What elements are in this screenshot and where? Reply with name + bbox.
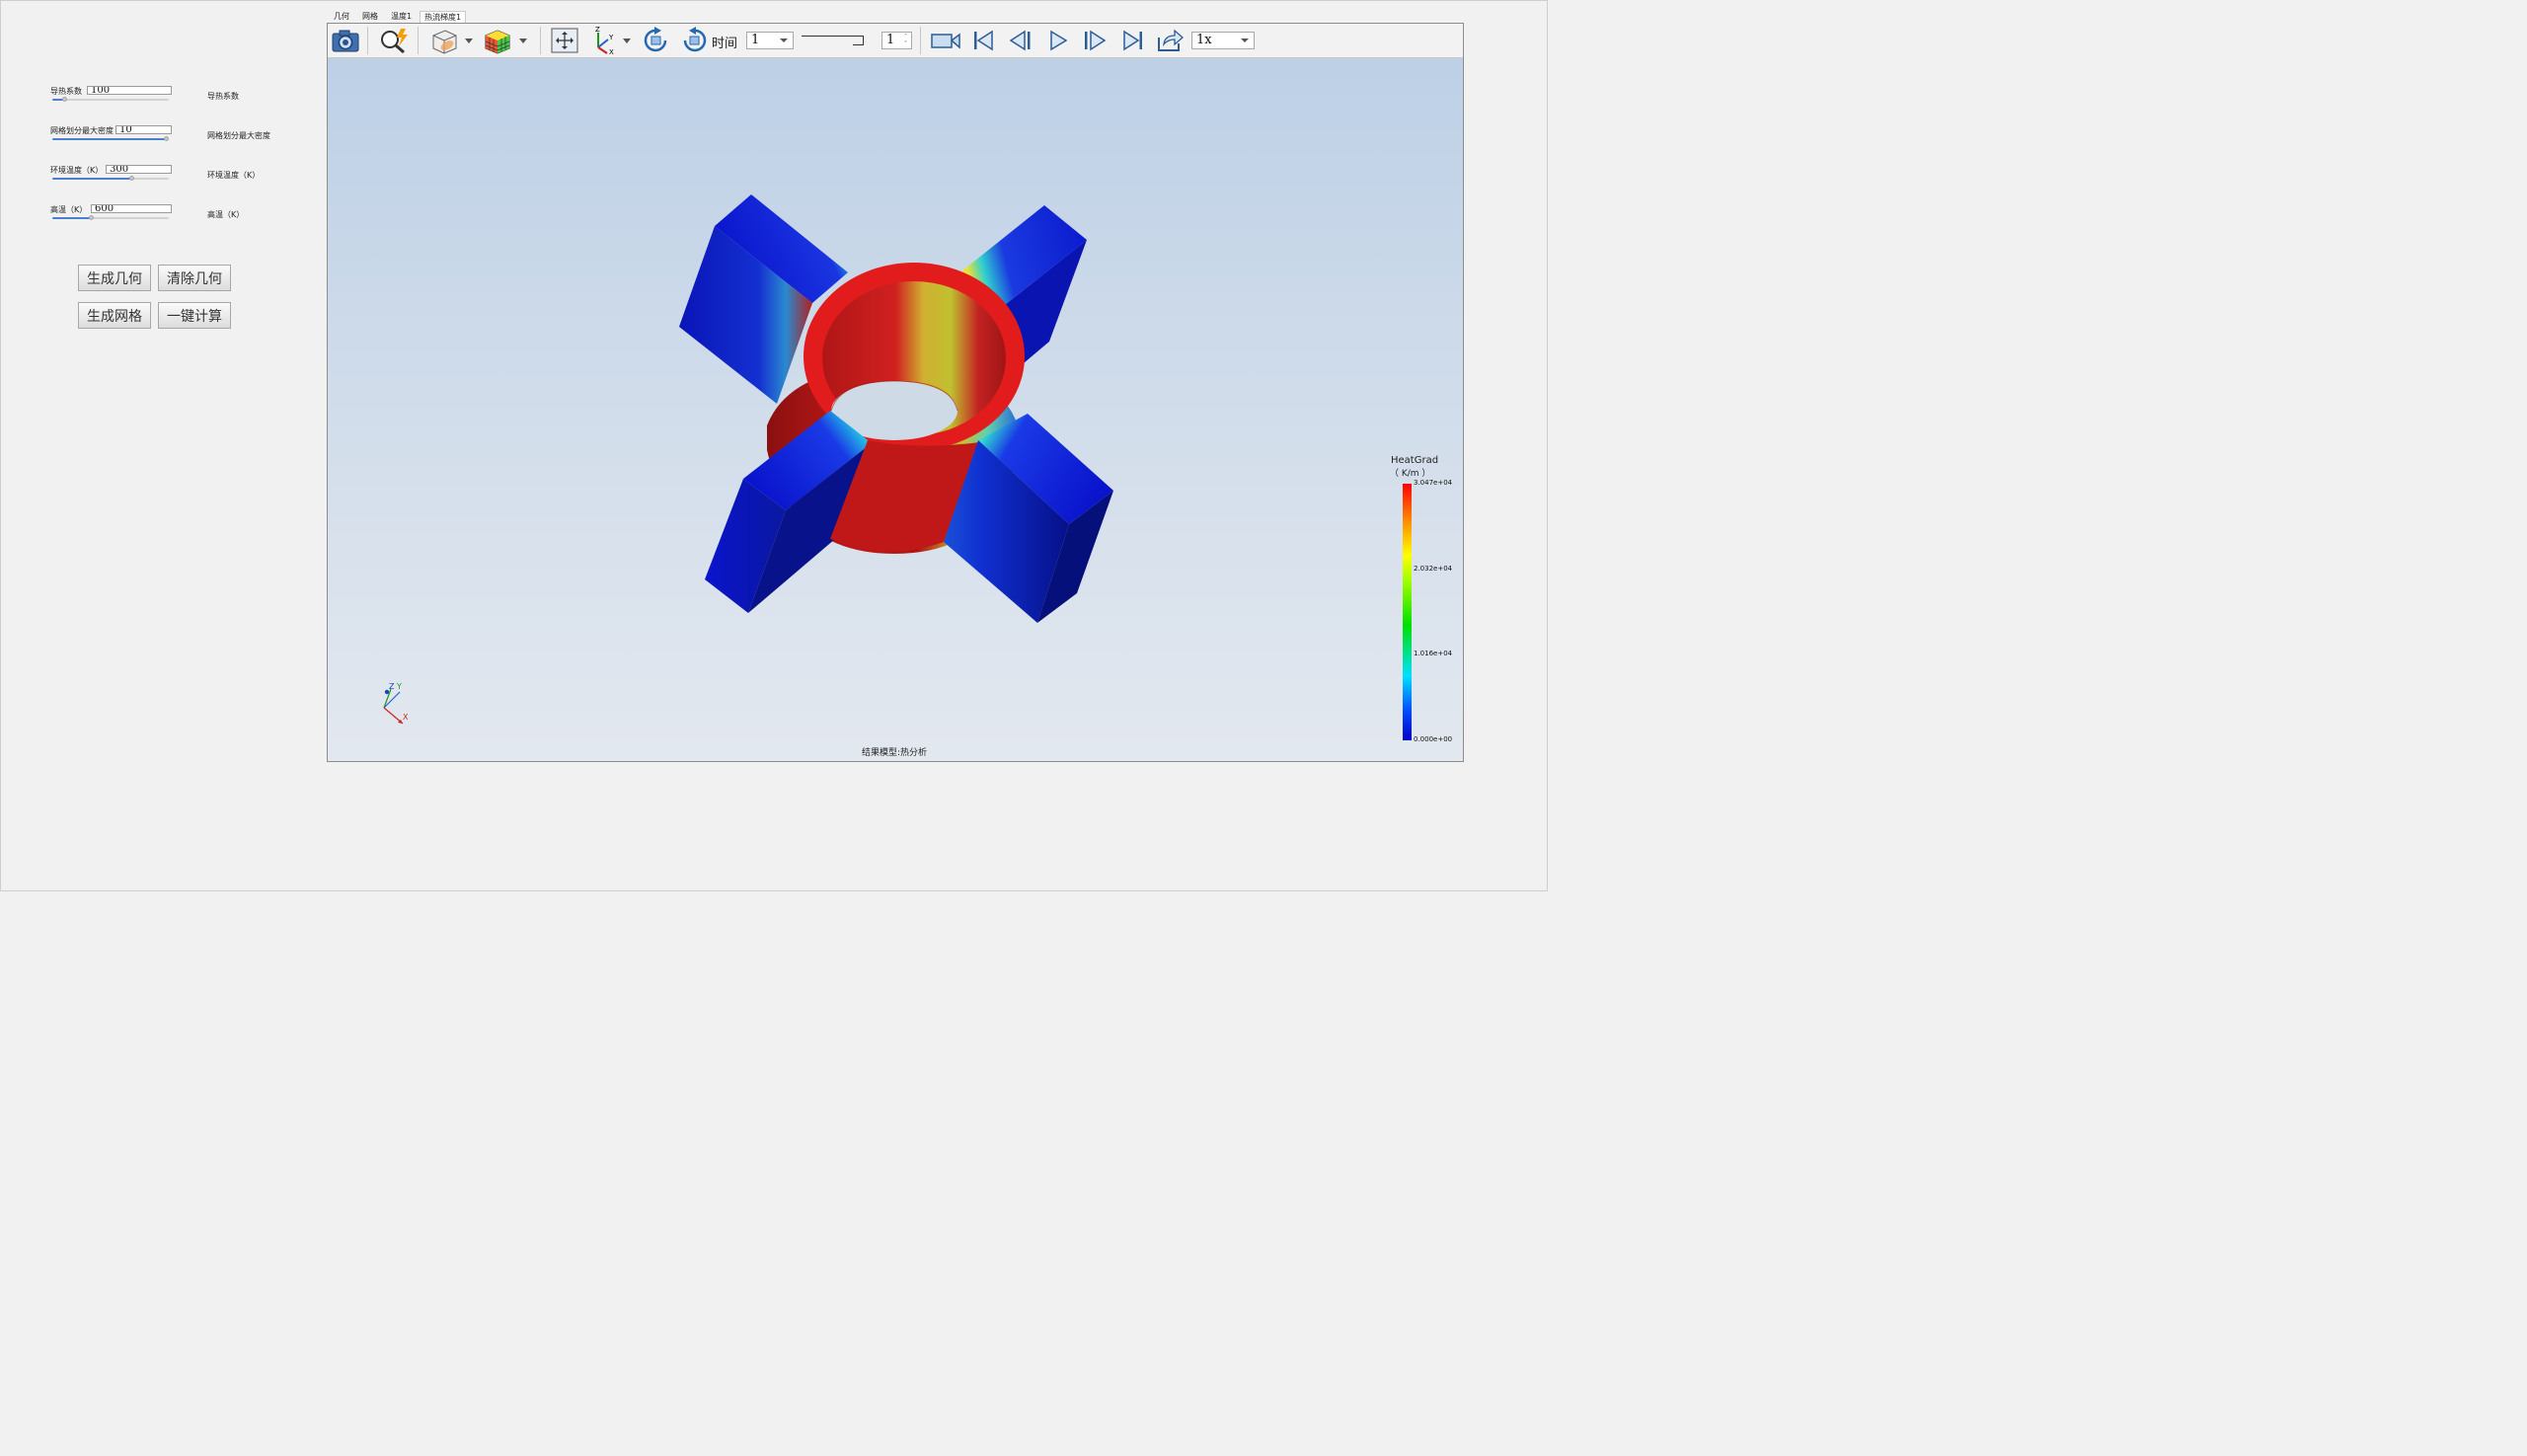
render-canvas[interactable]: Z Y X HeatGrad （ K/m ） 3.047e+04 2.032e+… xyxy=(328,58,1463,761)
colorbar-unit: （ K/m ） xyxy=(1390,469,1431,479)
skip-to-last-icon[interactable] xyxy=(1118,29,1146,52)
colorbar-tick-min: 0.000e+00 xyxy=(1414,735,1453,743)
colorbar-tick-high: 2.032e+04 xyxy=(1414,565,1453,573)
ambient-temp-echo: 环境温度（K） xyxy=(207,171,261,180)
display-mode-dropdown-icon[interactable] xyxy=(465,38,473,43)
result-model-caption: 结果模型:热分析 xyxy=(862,748,928,758)
generate-mesh-button[interactable]: 生成网格 xyxy=(78,302,151,329)
playback-speed-value: 1x xyxy=(1196,33,1212,47)
conductivity-slider-handle[interactable] xyxy=(62,97,67,102)
svg-text:X: X xyxy=(403,713,409,722)
clear-geometry-button[interactable]: 清除几何 xyxy=(158,265,231,291)
tab-mesh[interactable]: 网格 xyxy=(358,11,382,23)
play-icon[interactable] xyxy=(1044,29,1072,52)
time-select[interactable]: 1 xyxy=(746,32,794,49)
param-label-mesh-density: 网格划分最大密度 xyxy=(50,126,114,135)
viewer-toolbar: Z YX 时间 1 1 ˄ ˅ 1x xyxy=(328,24,1463,58)
screenshot-camera-icon[interactable] xyxy=(331,27,360,54)
colorbar-tick-max: 3.047e+04 xyxy=(1414,479,1453,487)
conductivity-input[interactable]: 100 xyxy=(87,86,172,95)
one-click-compute-button[interactable]: 一键计算 xyxy=(158,302,231,329)
axis-dropdown-icon[interactable] xyxy=(623,38,631,43)
step-backward-icon[interactable] xyxy=(1007,29,1034,52)
heat-gradient-model: Z Y X xyxy=(383,194,1412,740)
zoom-magnifier-icon[interactable] xyxy=(377,27,411,54)
colorbar-gradient xyxy=(1403,484,1412,740)
mesh-density-echo: 网格划分最大密度 xyxy=(207,131,270,140)
mesh-density-input[interactable]: 10 xyxy=(115,125,172,134)
fit-view-icon[interactable] xyxy=(550,27,579,54)
color-map-cube-icon[interactable] xyxy=(482,27,513,54)
display-mode-cube-icon[interactable] xyxy=(428,27,460,54)
svg-text:Z: Z xyxy=(595,26,600,34)
conductivity-slider[interactable] xyxy=(52,99,169,101)
time-slider[interactable] xyxy=(802,35,875,46)
high-temp-echo: 高温（K） xyxy=(207,210,245,219)
svg-text:Z: Z xyxy=(389,682,395,691)
param-label-conductivity: 导热系数 xyxy=(50,87,82,96)
svg-text:Y: Y xyxy=(608,34,614,41)
axis-triad-icon: Z Y X xyxy=(383,682,409,725)
skip-to-first-icon[interactable] xyxy=(970,29,998,52)
high-temp-slider[interactable] xyxy=(52,217,169,219)
colorbar-tick-low: 1.016e+04 xyxy=(1414,650,1453,657)
svg-text:Y: Y xyxy=(396,682,402,691)
generate-geometry-button[interactable]: 生成几何 xyxy=(78,265,151,291)
mesh-density-slider[interactable] xyxy=(52,138,169,140)
rotate-counterclockwise-icon[interactable] xyxy=(679,27,709,54)
high-temp-slider-handle[interactable] xyxy=(89,215,94,220)
chevron-down-icon xyxy=(1241,38,1249,42)
ambient-temp-input[interactable]: 300 xyxy=(106,165,172,174)
time-select-value: 1 xyxy=(751,33,760,47)
axis-orientation-icon[interactable]: Z YX xyxy=(589,26,619,55)
ambient-temp-slider[interactable] xyxy=(52,178,169,180)
colorbar-title: HeatGrad xyxy=(1391,455,1439,466)
mesh-density-slider-handle[interactable] xyxy=(164,136,169,141)
spin-arrows-icon[interactable]: ˄ ˅ xyxy=(904,34,907,47)
param-label-high-temp: 高温（K） xyxy=(50,205,88,214)
rotate-clockwise-icon[interactable] xyxy=(642,27,671,54)
time-label: 时间 xyxy=(712,37,738,51)
tab-temperature[interactable]: 温度1 xyxy=(387,11,416,23)
conductivity-echo: 导热系数 xyxy=(207,92,239,101)
param-label-ambient-temp: 环境温度（K） xyxy=(50,166,104,175)
playback-speed-select[interactable]: 1x xyxy=(1191,32,1255,49)
high-temp-input[interactable]: 600 xyxy=(91,204,172,213)
ambient-temp-slider-handle[interactable] xyxy=(129,176,134,181)
step-spinbox[interactable]: 1 ˄ ˅ xyxy=(881,32,912,49)
export-share-icon[interactable] xyxy=(1155,28,1185,53)
color-map-dropdown-icon[interactable] xyxy=(519,38,527,43)
step-spinbox-value: 1 xyxy=(886,33,895,47)
chevron-down-icon xyxy=(780,38,788,42)
record-video-icon[interactable] xyxy=(930,29,961,52)
tab-geometry[interactable]: 几何 xyxy=(330,11,353,23)
svg-text:X: X xyxy=(609,48,614,55)
step-forward-icon[interactable] xyxy=(1081,29,1109,52)
